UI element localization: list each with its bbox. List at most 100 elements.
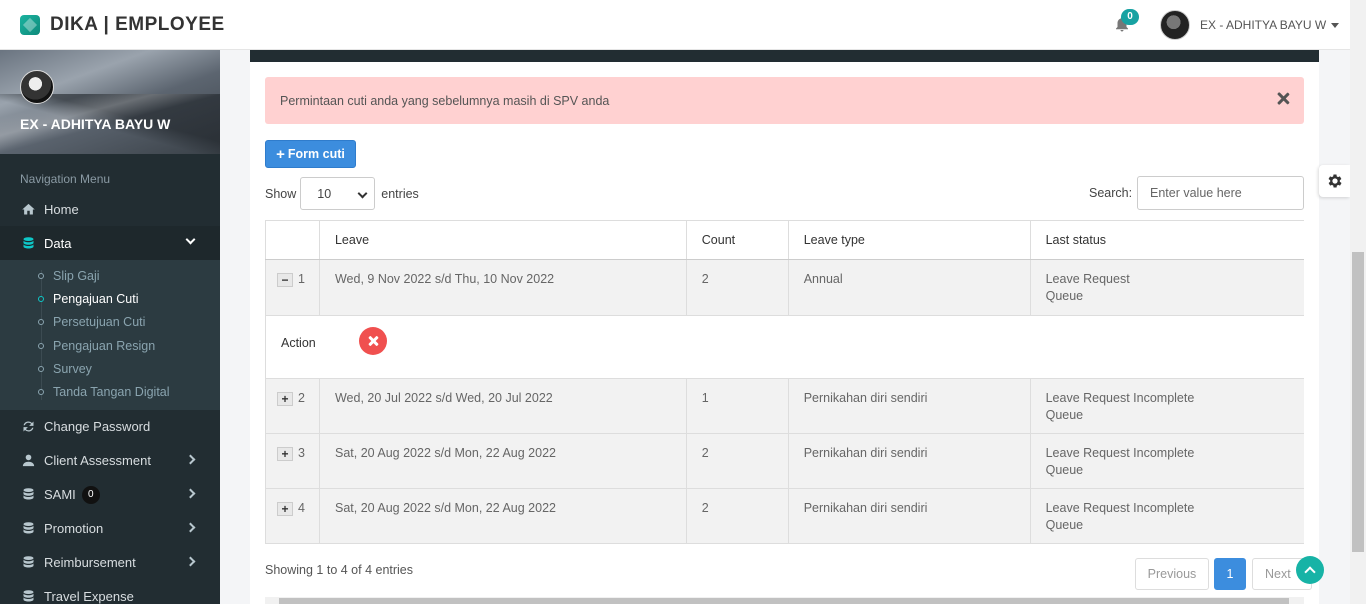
status-queue: Queue <box>1045 408 1084 422</box>
row-number: 1 <box>298 272 305 286</box>
search-label: Search: <box>1089 186 1133 200</box>
scrollbar-thumb[interactable] <box>279 598 1289 604</box>
status-line: Leave Request Incomplete <box>1045 501 1195 515</box>
brand[interactable]: DIKA | EMPLOYEE <box>20 14 225 36</box>
subitem-label: Persetujuan Cuti <box>53 315 146 330</box>
leave-type-cell: Pernikahan diri sendiri <box>788 488 1031 544</box>
status-line: Leave Request Incomplete <box>1045 391 1195 405</box>
column-header-count[interactable]: Count <box>686 220 789 260</box>
chevron-right-icon <box>185 522 196 533</box>
form-cuti-button[interactable]: + Form cuti <box>265 140 356 168</box>
profile-name: EX - ADHITYA BAYU W <box>20 116 171 132</box>
entries-select[interactable]: 10 <box>300 177 376 210</box>
nav-header: Navigation Menu <box>20 172 111 186</box>
sidebar-subitem-pengajuan-resign[interactable]: Pengajuan Resign <box>0 334 220 357</box>
chevron-right-icon <box>185 454 196 465</box>
column-header-leave[interactable]: Leave <box>319 220 687 260</box>
expand-row-icon[interactable]: + <box>277 446 293 461</box>
alert-message: Permintaan cuti anda yang sebelumnya mas… <box>265 77 1304 124</box>
sidebar-item-label: Reimbursement <box>44 555 136 571</box>
sidebar-item-reimbursement[interactable]: Reimbursement <box>0 546 220 580</box>
page-1-button[interactable]: 1 <box>1214 558 1246 590</box>
user-icon <box>20 453 36 469</box>
table-row[interactable]: +2 Wed, 20 Jul 2022 s/d Wed, 20 Jul 2022… <box>265 378 1304 434</box>
sidebar-item-home[interactable]: Home <box>0 192 220 226</box>
close-icon[interactable] <box>1276 92 1290 106</box>
user-name: EX - ADHITYA BAYU W <box>1200 18 1327 32</box>
sidebar-subitem-survey[interactable]: Survey <box>0 357 220 380</box>
subitem-label: Tanda Tangan Digital <box>53 385 170 400</box>
subitem-label: Slip Gaji <box>53 268 100 283</box>
table-row[interactable]: −1 Wed, 9 Nov 2022 s/d Thu, 10 Nov 2022 … <box>265 259 1304 316</box>
row-number: 3 <box>298 446 305 460</box>
vertical-scrollbar[interactable] <box>1350 0 1366 604</box>
count-cell: 1 <box>686 378 789 434</box>
entries-label: entries <box>381 186 419 201</box>
table-row[interactable]: +3 Sat, 20 Aug 2022 s/d Mon, 22 Aug 2022… <box>265 433 1304 489</box>
chevron-right-icon <box>185 556 196 567</box>
top-navbar: DIKA | EMPLOYEE 0 EX - ADHITYA BAYU W <box>0 0 1350 50</box>
search-input[interactable] <box>1137 176 1304 210</box>
row-detail-cell: Action <box>265 315 1304 379</box>
database-icon <box>20 521 36 537</box>
database-icon <box>20 589 36 604</box>
sidebar-item-data[interactable]: Data <box>0 226 220 260</box>
leave-cell: Wed, 20 Jul 2022 s/d Wed, 20 Jul 2022 <box>319 378 687 434</box>
row-number-cell: −1 <box>265 259 320 316</box>
alert-text: Permintaan cuti anda yang sebelumnya mas… <box>280 93 610 108</box>
circle-icon <box>38 342 44 349</box>
sidebar-item-label: Promotion <box>44 521 104 537</box>
sidebar-subitem-slip-gaji[interactable]: Slip Gaji <box>0 264 220 287</box>
column-header-no[interactable] <box>265 220 320 260</box>
sidebar-item-label: Client Assessment <box>44 453 151 469</box>
refresh-icon <box>20 419 36 435</box>
brand-logo-icon <box>20 15 40 35</box>
sidebar-item-change-password[interactable]: Change Password <box>0 410 220 444</box>
form-cuti-label: Form cuti <box>287 147 345 161</box>
profile-avatar <box>20 70 54 104</box>
expand-row-icon[interactable]: + <box>277 501 293 516</box>
status-line: Leave Request <box>1045 272 1130 286</box>
status-queue: Queue <box>1045 289 1084 303</box>
column-header-last-status[interactable]: Last status <box>1030 220 1304 260</box>
row-detail: Action <box>265 315 1304 379</box>
sidebar-subitem-tanda-tangan-digital[interactable]: Tanda Tangan Digital <box>0 380 220 403</box>
row-number: 2 <box>298 391 305 405</box>
sidebar-subitem-persetujuan-cuti[interactable]: Persetujuan Cuti <box>0 311 220 334</box>
previous-page-button[interactable]: Previous <box>1135 558 1209 590</box>
scrollbar-thumb[interactable] <box>1352 252 1364 552</box>
cancel-leave-icon[interactable] <box>359 327 387 355</box>
app-title: DIKA | EMPLOYEE <box>50 14 225 35</box>
row-number-cell: +3 <box>265 433 320 489</box>
chevron-right-icon <box>185 488 196 499</box>
scroll-to-top-icon[interactable] <box>1296 556 1324 584</box>
subitem-label: Pengajuan Resign <box>53 338 156 353</box>
status-cell: Leave Request Incomplete Queue <box>1030 488 1304 544</box>
subitem-label: Survey <box>53 361 92 376</box>
status-cell: Leave Request Incomplete Queue <box>1030 378 1304 434</box>
sidebar-subitem-pengajuan-cuti[interactable]: Pengajuan Cuti <box>0 287 220 310</box>
avatar <box>1160 10 1190 40</box>
column-header-leave-type[interactable]: Leave type <box>788 220 1031 260</box>
leave-cell: Wed, 9 Nov 2022 s/d Thu, 10 Nov 2022 <box>319 259 687 316</box>
circle-icon <box>38 365 44 372</box>
settings-gear-icon[interactable] <box>1319 165 1350 197</box>
entries-select-value: 10 <box>317 186 332 201</box>
database-icon <box>20 487 36 503</box>
user-menu[interactable]: EX - ADHITYA BAYU W <box>1160 10 1340 40</box>
leave-cell: Sat, 20 Aug 2022 s/d Mon, 22 Aug 2022 <box>319 488 687 544</box>
collapse-row-icon[interactable]: − <box>277 272 293 287</box>
sidebar-item-sami[interactable]: SAMI 0 <box>0 478 220 512</box>
table-row[interactable]: +4 Sat, 20 Aug 2022 s/d Mon, 22 Aug 2022… <box>265 488 1304 544</box>
sidebar-item-travel-expense[interactable]: Travel Expense <box>0 580 220 604</box>
sidebar-item-client-assessment[interactable]: Client Assessment <box>0 444 220 478</box>
expand-row-icon[interactable]: + <box>277 391 293 406</box>
horizontal-scrollbar[interactable] <box>265 597 1304 604</box>
status-cell: Leave Request Incomplete Queue <box>1030 433 1304 489</box>
sidebar-item-label: Data <box>44 235 72 251</box>
table-info: Showing 1 to 4 of 4 entries <box>265 563 414 577</box>
sami-count-badge: 0 <box>81 485 100 504</box>
action-label: Action <box>281 336 316 350</box>
sidebar-item-label: Travel Expense <box>44 589 134 604</box>
sidebar-item-promotion[interactable]: Promotion <box>0 512 220 546</box>
